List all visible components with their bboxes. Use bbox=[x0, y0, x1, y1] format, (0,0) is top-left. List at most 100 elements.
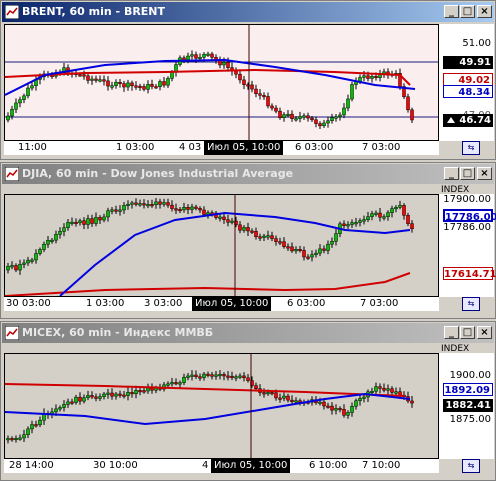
candle-body bbox=[382, 388, 386, 391]
candle-body bbox=[254, 231, 258, 237]
candle-body bbox=[82, 74, 86, 77]
close-button[interactable]: × bbox=[477, 326, 492, 339]
candle-body bbox=[90, 395, 94, 398]
candle-body bbox=[230, 375, 234, 378]
minimize-button[interactable]: _ bbox=[444, 5, 459, 18]
candle-body bbox=[294, 400, 298, 403]
price-axis: 51.00 49.91 49.02 48.34 47.00 46.74 bbox=[439, 24, 494, 141]
window-title-bar[interactable]: MICEX, 60 min - Индекс ММВБ _ □ × bbox=[2, 323, 494, 343]
candle-body bbox=[30, 85, 34, 89]
candle-body bbox=[130, 82, 134, 87]
candle-body bbox=[326, 405, 330, 408]
candle-body bbox=[342, 223, 346, 227]
candle-body bbox=[290, 246, 294, 252]
candle-body bbox=[278, 110, 282, 119]
candle-body bbox=[258, 236, 262, 239]
time-label: 30 10:00 bbox=[93, 460, 138, 471]
candle-body bbox=[386, 212, 390, 217]
candle-body bbox=[262, 392, 266, 395]
candle-body bbox=[254, 88, 258, 94]
price-plot-area[interactable] bbox=[4, 24, 439, 141]
chart-settings-icon[interactable]: ⇆ bbox=[462, 141, 480, 155]
candle-body bbox=[50, 239, 54, 242]
candle-body bbox=[126, 203, 130, 206]
candle-body bbox=[354, 400, 358, 407]
time-label: 7 10:00 bbox=[362, 460, 401, 471]
candle-body bbox=[358, 77, 362, 82]
candle-body bbox=[170, 382, 174, 385]
candle-body bbox=[370, 390, 374, 393]
candle-body bbox=[282, 114, 286, 119]
candle-body bbox=[86, 395, 90, 398]
candle-body bbox=[174, 208, 178, 211]
candle-body bbox=[190, 206, 194, 210]
candle-body bbox=[350, 222, 354, 225]
chart-app-icon bbox=[5, 326, 19, 340]
moving-average-blue bbox=[5, 392, 411, 426]
candle-body bbox=[102, 216, 106, 221]
price-plot-area[interactable] bbox=[4, 353, 439, 459]
candle-body bbox=[274, 392, 278, 399]
candle-body bbox=[310, 117, 314, 121]
candle-body bbox=[146, 387, 150, 392]
time-label: 4 03 bbox=[179, 142, 202, 153]
close-button[interactable]: × bbox=[477, 5, 492, 18]
time-label: 6 03:00 bbox=[295, 142, 334, 153]
minimize-button[interactable]: _ bbox=[444, 326, 459, 339]
candle-body bbox=[258, 93, 262, 96]
candle-body bbox=[58, 231, 62, 235]
y-axis-label: 17900.00 bbox=[443, 194, 491, 205]
candle-body bbox=[14, 438, 18, 441]
candle-body bbox=[226, 375, 230, 378]
candle-body bbox=[210, 53, 214, 58]
maximize-button[interactable]: □ bbox=[460, 167, 475, 180]
candle-body bbox=[138, 85, 142, 88]
candle-body bbox=[134, 390, 138, 395]
candle-body bbox=[366, 216, 370, 220]
candle-body bbox=[126, 82, 130, 88]
candle-body bbox=[90, 218, 94, 224]
chart-app-icon bbox=[5, 167, 19, 181]
candle-body bbox=[318, 248, 322, 254]
candle-body bbox=[14, 102, 18, 110]
candle-body bbox=[202, 54, 206, 58]
candle-body bbox=[346, 412, 350, 416]
window-title-bar[interactable]: BRENT, 60 min - BRENT _ □ × bbox=[2, 2, 494, 22]
candle-body bbox=[206, 212, 210, 215]
maximize-button[interactable]: □ bbox=[460, 326, 475, 339]
chart-settings-icon[interactable]: ⇆ bbox=[462, 459, 480, 473]
price-tag-red-ma: 17614.71 bbox=[443, 267, 496, 280]
candle-body bbox=[166, 202, 170, 206]
candle-body bbox=[122, 83, 126, 88]
candle-body bbox=[98, 217, 102, 221]
candle-body bbox=[82, 220, 86, 225]
minimize-button[interactable]: _ bbox=[444, 167, 459, 180]
candle-body bbox=[146, 84, 150, 90]
candle-body bbox=[270, 235, 274, 239]
candle-body bbox=[122, 205, 126, 211]
candle-body bbox=[342, 107, 346, 116]
candle-body bbox=[226, 61, 230, 68]
candle-body bbox=[94, 78, 98, 81]
chart-window-djia[interactable]: DJIA, 60 min - Dow Jones Industrial Aver… bbox=[0, 162, 496, 319]
candle-body bbox=[62, 404, 66, 408]
maximize-button[interactable]: □ bbox=[460, 5, 475, 18]
chart-window-micex[interactable]: MICEX, 60 min - Индекс ММВБ _ □ × INDEX … bbox=[0, 321, 496, 481]
candle-body bbox=[130, 202, 134, 205]
candle-body bbox=[18, 437, 22, 440]
y-axis-label: 1900.00 bbox=[449, 370, 491, 381]
candle-body bbox=[202, 209, 206, 215]
price-plot-area[interactable] bbox=[4, 194, 439, 297]
candle-body bbox=[366, 75, 370, 79]
candle-body bbox=[246, 377, 250, 381]
window-title-bar[interactable]: DJIA, 60 min - Dow Jones Industrial Aver… bbox=[2, 164, 494, 184]
candle-body bbox=[154, 201, 158, 205]
candle-body bbox=[42, 243, 46, 250]
chart-settings-icon[interactable]: ⇆ bbox=[462, 297, 480, 311]
candle-body bbox=[338, 408, 342, 411]
candle-body bbox=[102, 79, 106, 82]
time-label: 6 10:00 bbox=[309, 460, 348, 471]
chart-window-brent[interactable]: BRENT, 60 min - BRENT _ □ × 51.00 49.91 … bbox=[0, 0, 496, 160]
close-button[interactable]: × bbox=[477, 167, 492, 180]
candle-body bbox=[158, 201, 162, 205]
